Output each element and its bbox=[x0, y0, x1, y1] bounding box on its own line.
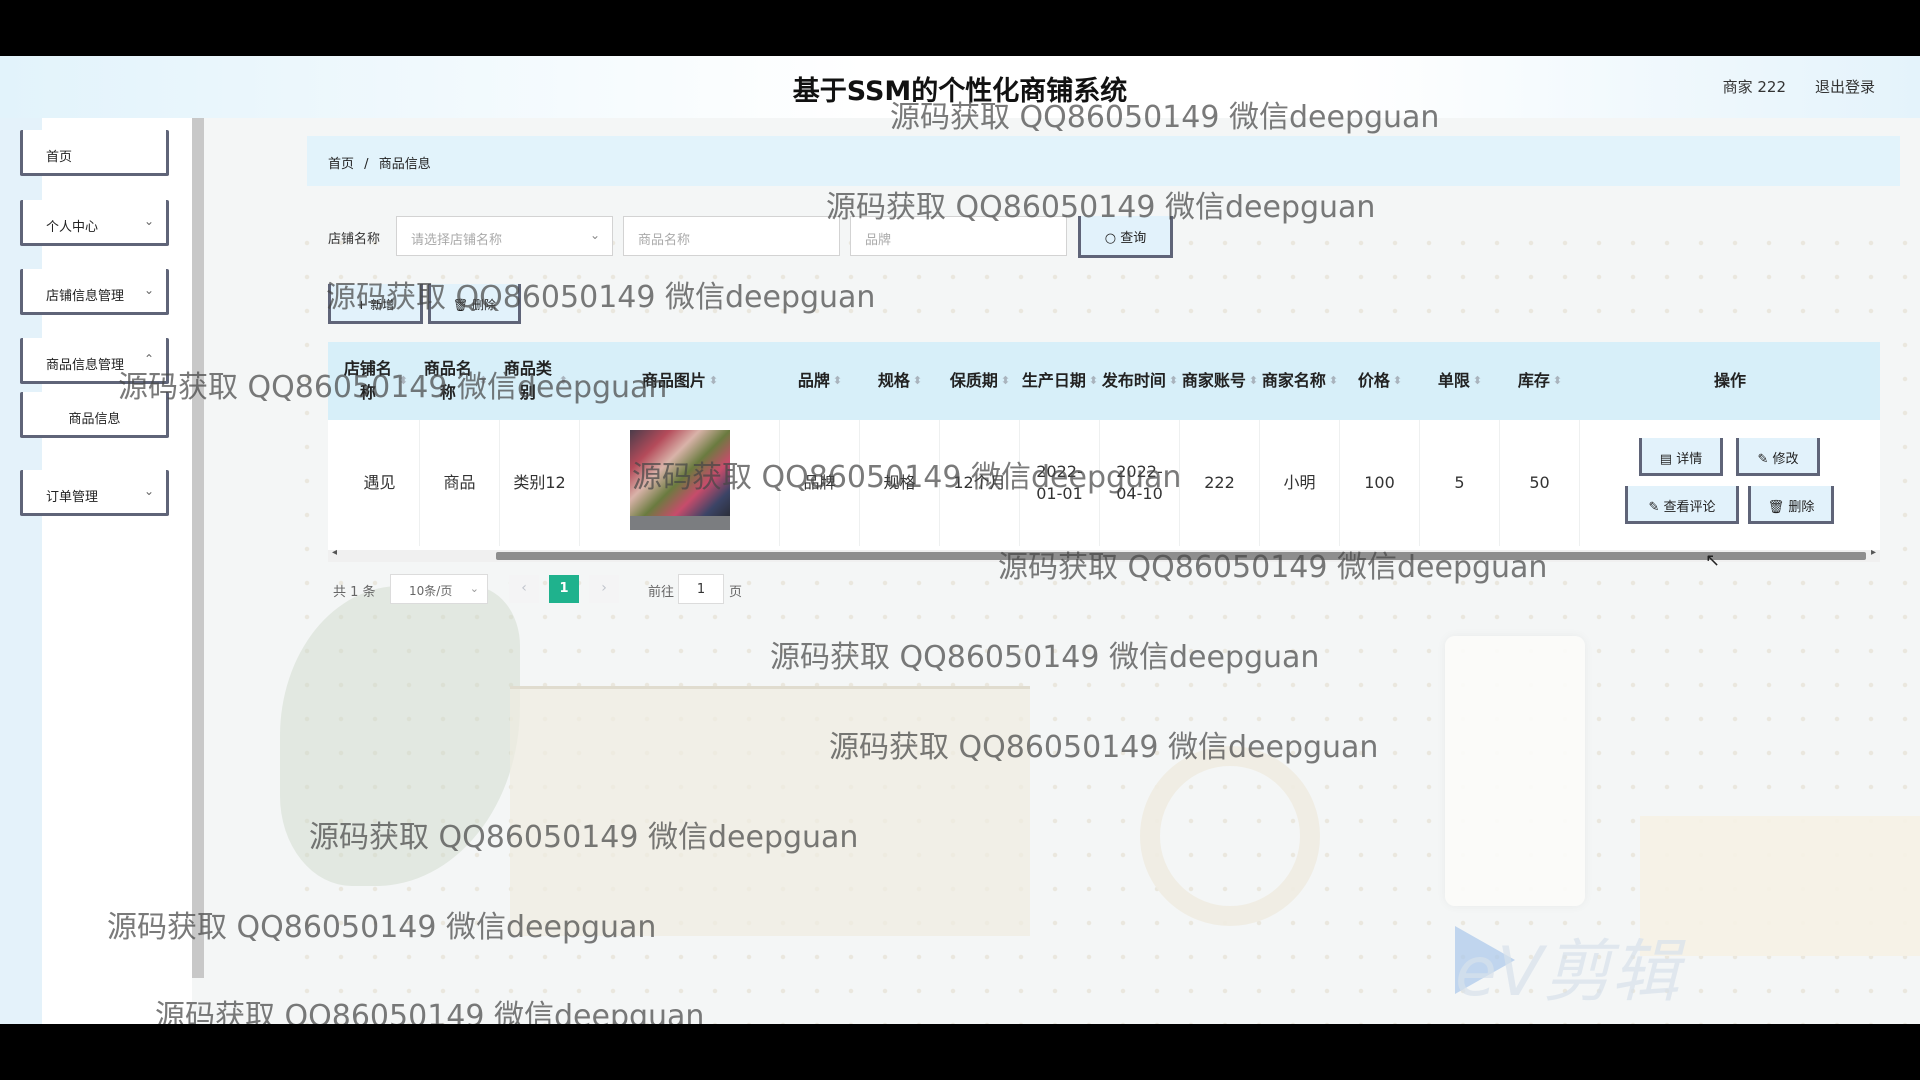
app-window: 基于SSM的个性化商铺系统 商家 222 退出登录 首页 个人中心 ⌄ 店铺信息… bbox=[0, 56, 1920, 1024]
view-reviews-button[interactable]: ✎ 查看评论 bbox=[1625, 486, 1739, 524]
document-icon: ▤ bbox=[1659, 452, 1677, 467]
sort-icon: ⬍ bbox=[832, 374, 843, 387]
sort-icon: ⬍ bbox=[1552, 374, 1563, 387]
cell-shop: 遇见 bbox=[340, 420, 420, 546]
query-label: 查询 bbox=[1120, 231, 1147, 246]
sidebar-item-label: 订单管理 bbox=[46, 490, 99, 505]
cell-category: 类别12 bbox=[500, 420, 580, 546]
sidebar-item-home[interactable]: 首页 bbox=[20, 130, 169, 176]
cell-merchant: 小明 bbox=[1260, 420, 1340, 546]
background-cylinder bbox=[1445, 636, 1585, 906]
user-label: 商家 222 bbox=[1722, 78, 1786, 96]
watermark: 源码获取 QQ86050149 微信deepguan bbox=[770, 640, 1320, 675]
sidebar-item-label: 个人中心 bbox=[46, 220, 99, 235]
sort-icon: ⬍ bbox=[1328, 374, 1339, 387]
sort-icon: ⬍ bbox=[912, 374, 923, 387]
col-spec[interactable]: 规格 ⬍ bbox=[860, 342, 940, 420]
sidebar-item-label: 店铺信息管理 bbox=[46, 289, 125, 304]
cell-price: 100 bbox=[1340, 420, 1420, 546]
cell-account: 222 bbox=[1180, 420, 1260, 546]
page-size-select[interactable]: 10条/页 ⌄ bbox=[390, 574, 488, 604]
current-page[interactable]: 1 bbox=[549, 575, 579, 603]
chevron-down-icon: ⌄ bbox=[589, 228, 600, 242]
cell-stock: 50 bbox=[1500, 420, 1580, 546]
watermark: 源码获取 QQ86050149 微信deepguan bbox=[998, 550, 1548, 585]
col-prod-date[interactable]: 生产日期 ⬍ bbox=[1020, 342, 1100, 420]
watermark: 源码获取 QQ86050149 微信deepguan bbox=[826, 190, 1376, 225]
chevron-down-icon: ⌄ bbox=[469, 582, 479, 595]
sidebar-item-profile[interactable]: 个人中心 ⌄ bbox=[20, 200, 169, 246]
breadcrumb-separator: / bbox=[364, 157, 369, 172]
sort-icon: ⬍ bbox=[1248, 374, 1259, 387]
breadcrumb: 首页 / 商品信息 bbox=[307, 136, 1900, 186]
search-icon: ○ bbox=[1104, 231, 1121, 246]
sort-icon: ⬍ bbox=[1168, 374, 1179, 387]
cell-limit: 5 bbox=[1420, 420, 1500, 546]
pencil-icon: ✎ bbox=[1648, 500, 1664, 515]
pagination-total: 共 1 条 bbox=[333, 585, 376, 600]
background-ring bbox=[1140, 746, 1320, 926]
sort-icon: ⬍ bbox=[1472, 374, 1483, 387]
page-unit-label: 页 bbox=[729, 585, 743, 600]
col-shelf-life[interactable]: 保质期 ⬍ bbox=[940, 342, 1020, 420]
trash-icon: 🗑 bbox=[1767, 500, 1789, 515]
col-merchant[interactable]: 商家名称 ⬍ bbox=[1260, 342, 1340, 420]
shop-name-label: 店铺名称 bbox=[328, 232, 381, 247]
scroll-right-icon[interactable]: ▸ bbox=[1871, 547, 1876, 558]
scroll-left-icon[interactable]: ◂ bbox=[332, 547, 337, 558]
sidebar-item-label: 商品信息管理 bbox=[46, 358, 125, 373]
delete-button[interactable]: 🗑 删除 bbox=[1748, 486, 1834, 524]
sidebar-strip bbox=[0, 118, 42, 1024]
shop-select[interactable]: 请选择店铺名称 ⌄ bbox=[396, 216, 613, 256]
brand-placeholder: 品牌 bbox=[865, 233, 892, 248]
detail-button[interactable]: ▤ 详情 bbox=[1639, 438, 1723, 476]
sort-icon: ⬍ bbox=[1088, 374, 1099, 387]
watermark: 源码获取 QQ86050149 微信deepguan bbox=[890, 100, 1440, 135]
watermark: 源码获取 QQ86050149 微信deepguan bbox=[107, 910, 657, 945]
chevron-down-icon: ⌄ bbox=[143, 283, 154, 297]
col-limit[interactable]: 单限 ⬍ bbox=[1420, 342, 1500, 420]
background-box bbox=[1640, 816, 1920, 956]
col-brand[interactable]: 品牌 ⬍ bbox=[780, 342, 860, 420]
watermark: 源码获取 QQ86050149 微信deepguan bbox=[829, 730, 1379, 765]
mouse-cursor-icon: ↖ bbox=[1705, 550, 1721, 571]
watermark: 源码获取 QQ86050149 微信deepguan bbox=[632, 460, 1182, 495]
breadcrumb-home[interactable]: 首页 bbox=[328, 157, 354, 172]
watermark: 源码获取 QQ86050149 微信deepguan bbox=[326, 280, 876, 315]
product-name-input[interactable]: 商品名称 bbox=[623, 216, 840, 256]
chevron-down-icon: ⌄ bbox=[143, 214, 154, 228]
col-pub-date[interactable]: 发布时间 ⬍ bbox=[1100, 342, 1180, 420]
watermark: 源码获取 QQ86050149 微信deepguan bbox=[309, 820, 859, 855]
watermark: 源码获取 QQ86050149 微信deepguan bbox=[118, 370, 668, 405]
cell-name: 商品 bbox=[420, 420, 500, 546]
col-price[interactable]: 价格 ⬍ bbox=[1340, 342, 1420, 420]
sidebar-scrollbar[interactable] bbox=[192, 118, 204, 978]
col-account[interactable]: 商家账号 ⬍ bbox=[1180, 342, 1260, 420]
product-name-placeholder: 商品名称 bbox=[638, 233, 691, 248]
sidebar-item-label: 商品信息 bbox=[68, 412, 121, 427]
prev-page-button[interactable]: ‹ bbox=[509, 575, 539, 603]
next-page-button[interactable]: › bbox=[589, 575, 619, 603]
sort-icon: ⬍ bbox=[1392, 374, 1403, 387]
sort-icon: ⬍ bbox=[708, 374, 719, 387]
edit-button[interactable]: ✎ 修改 bbox=[1736, 438, 1820, 476]
sidebar-item-orders[interactable]: 订单管理 ⌄ bbox=[20, 470, 169, 516]
sidebar-item-label: 首页 bbox=[46, 150, 73, 165]
col-actions: 操作 bbox=[1713, 371, 1746, 390]
breadcrumb-current: 商品信息 bbox=[378, 157, 431, 172]
goto-page-input[interactable]: 1 bbox=[678, 574, 724, 604]
chevron-down-icon: ⌄ bbox=[143, 484, 154, 498]
sort-icon: ⬍ bbox=[1000, 374, 1011, 387]
sidebar-item-shop-management[interactable]: 店铺信息管理 ⌄ bbox=[20, 269, 169, 315]
video-logo: eV剪辑 bbox=[1455, 933, 1680, 1012]
pencil-icon: ✎ bbox=[1757, 452, 1773, 467]
watermark: 源码获取 QQ86050149 微信deepguan bbox=[155, 999, 705, 1024]
shop-select-placeholder: 请选择店铺名称 bbox=[411, 233, 503, 248]
col-stock[interactable]: 库存 ⬍ bbox=[1500, 342, 1580, 420]
logout-link[interactable]: 退出登录 bbox=[1815, 76, 1875, 97]
goto-label: 前往 bbox=[648, 585, 675, 600]
